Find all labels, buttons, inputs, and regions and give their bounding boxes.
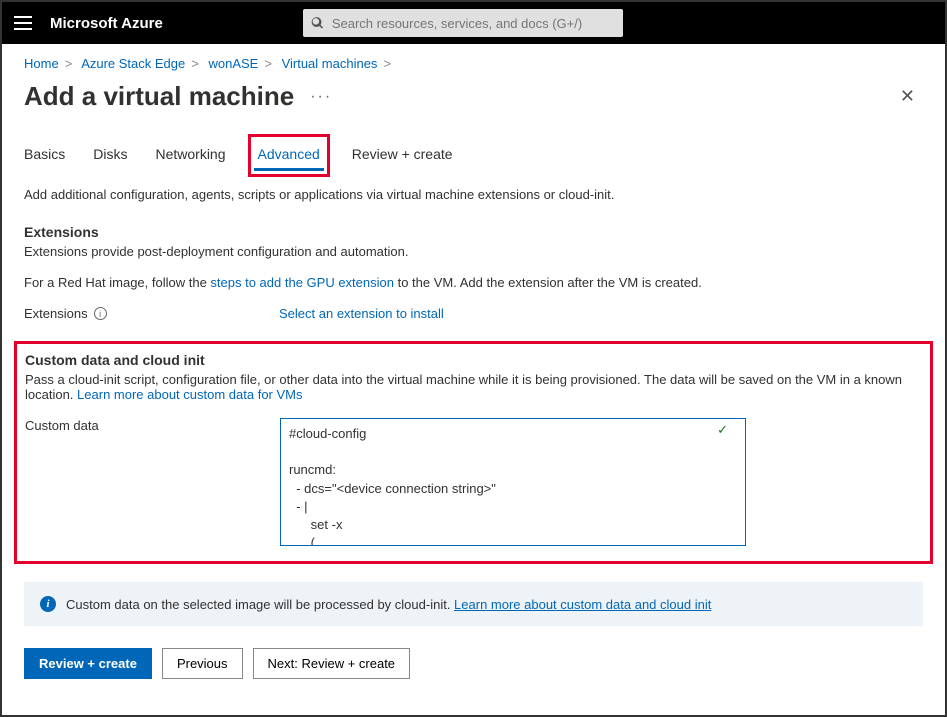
cloud-init-heading: Custom data and cloud init	[25, 352, 922, 368]
check-icon: ✓	[717, 422, 728, 438]
info-icon[interactable]: i	[94, 307, 107, 320]
close-icon[interactable]: ✕	[892, 82, 923, 111]
global-search[interactable]	[303, 9, 623, 37]
info-icon: i	[40, 596, 56, 612]
cloud-init-section: Custom data and cloud init Pass a cloud-…	[14, 341, 933, 564]
wizard-tabs: Basics Disks Networking Advanced Review …	[24, 140, 923, 171]
cloud-init-desc: Pass a cloud-init script, configuration …	[25, 372, 922, 402]
tab-review[interactable]: Review + create	[352, 140, 453, 171]
search-icon	[311, 16, 324, 30]
tab-advanced[interactable]: Advanced	[254, 140, 324, 171]
breadcrumb-wonase[interactable]: wonASE	[208, 56, 258, 71]
next-button[interactable]: Next: Review + create	[253, 648, 411, 679]
breadcrumb-vms[interactable]: Virtual machines	[282, 56, 378, 71]
title-bar: Add a virtual machine ··· ✕	[24, 81, 923, 112]
tab-networking[interactable]: Networking	[155, 140, 225, 171]
gpu-extension-link[interactable]: steps to add the GPU extension	[210, 275, 394, 290]
banner-text: Custom data on the selected image will b…	[66, 597, 454, 612]
wizard-footer: Review + create Previous Next: Review + …	[24, 648, 923, 695]
more-actions-icon[interactable]: ···	[310, 88, 332, 106]
banner-link[interactable]: Learn more about custom data and cloud i…	[454, 597, 711, 612]
breadcrumb-home[interactable]: Home	[24, 56, 59, 71]
menu-icon[interactable]	[14, 16, 32, 30]
extensions-redhat: For a Red Hat image, follow the steps to…	[24, 275, 923, 290]
search-input[interactable]	[332, 16, 615, 31]
tab-basics[interactable]: Basics	[24, 140, 65, 171]
top-navbar: Microsoft Azure	[2, 2, 945, 44]
learn-custom-data-link[interactable]: Learn more about custom data for VMs	[77, 387, 302, 402]
previous-button[interactable]: Previous	[162, 648, 243, 679]
cloud-init-info-banner: i Custom data on the selected image will…	[24, 582, 923, 626]
select-extension-link[interactable]: Select an extension to install	[279, 306, 444, 321]
tab-description: Add additional configuration, agents, sc…	[24, 187, 923, 202]
extensions-desc: Extensions provide post-deployment confi…	[24, 244, 923, 259]
custom-data-textarea[interactable]	[280, 418, 746, 546]
extensions-label: Extensions i	[24, 306, 279, 321]
breadcrumb: Home> Azure Stack Edge> wonASE> Virtual …	[24, 56, 923, 71]
page-title: Add a virtual machine	[24, 81, 294, 112]
extensions-heading: Extensions	[24, 224, 923, 240]
custom-data-label: Custom data	[25, 418, 280, 433]
breadcrumb-stackedge[interactable]: Azure Stack Edge	[81, 56, 185, 71]
review-create-button[interactable]: Review + create	[24, 648, 152, 679]
brand-label: Microsoft Azure	[50, 15, 163, 32]
tab-disks[interactable]: Disks	[93, 140, 127, 171]
